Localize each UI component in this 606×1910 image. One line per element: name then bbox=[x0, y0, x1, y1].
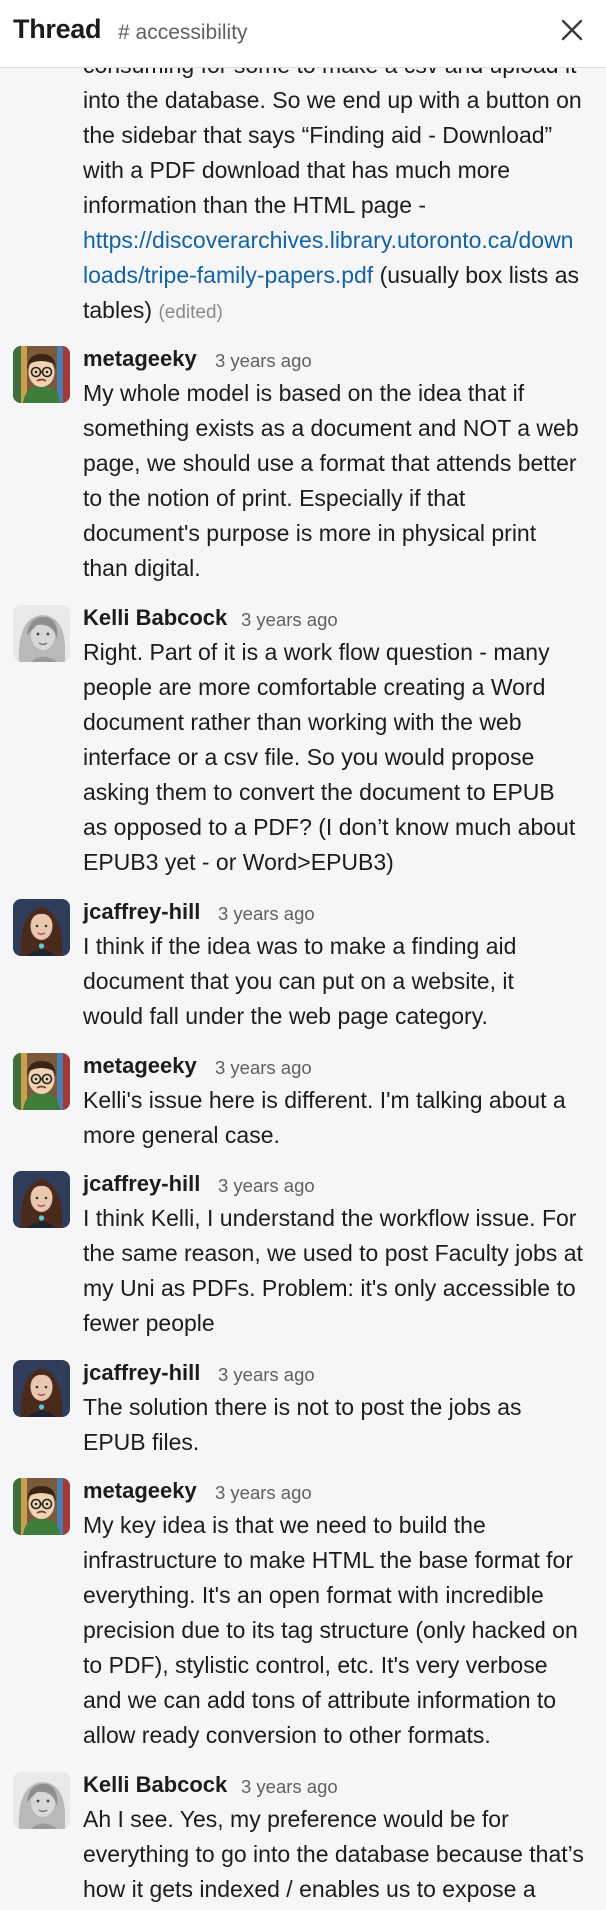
message-line: as opposed to a PDF? (I don’t know much … bbox=[83, 814, 576, 840]
message-line: page, we should use a format that attend… bbox=[83, 450, 577, 476]
message-line: fewer people bbox=[83, 1310, 215, 1336]
message-text: The solution there is not to post the jo… bbox=[83, 1390, 598, 1460]
message-line: document's purpose is more in physical p… bbox=[83, 520, 537, 546]
avatar[interactable] bbox=[13, 899, 70, 956]
message-line: interface or a csv file. So you would pr… bbox=[83, 744, 535, 770]
message-line: more general case. bbox=[83, 1122, 280, 1148]
message-line: infrastructure to make HTML the base for… bbox=[83, 1547, 573, 1573]
message-line: Kelli's issue here is different. I'm tal… bbox=[83, 1087, 566, 1113]
author-name[interactable]: jcaffrey-hill bbox=[83, 1360, 200, 1386]
edited-label: (edited) bbox=[158, 302, 223, 323]
message-text: I think Kelli, I understand the workflow… bbox=[83, 1201, 598, 1341]
message-line: my Uni as PDFs. Problem: it's only acces… bbox=[83, 1275, 576, 1301]
avatar[interactable] bbox=[13, 346, 70, 403]
link-part-2[interactable]: loads/tripe-family-papers.pdf bbox=[83, 262, 373, 288]
timestamp[interactable]: 3 years ago bbox=[218, 1175, 315, 1197]
author-name[interactable]: metageeky bbox=[83, 346, 197, 372]
timestamp[interactable]: 3 years ago bbox=[218, 903, 315, 925]
message-line: the sidebar that says “Finding aid - Dow… bbox=[83, 122, 553, 148]
message-text: Right. Part of it is a work flow questio… bbox=[83, 635, 598, 880]
author-name[interactable]: jcaffrey-hill bbox=[83, 899, 200, 925]
avatar[interactable] bbox=[13, 1478, 70, 1535]
message-line: Right. Part of it is a work flow questio… bbox=[83, 639, 550, 665]
message-line: Ah I see. Yes, my preference would be fo… bbox=[83, 1806, 509, 1832]
message-line: into the database. So we end up with a b… bbox=[83, 87, 582, 113]
message-line: The solution there is not to post the jo… bbox=[83, 1394, 522, 1420]
timestamp[interactable]: 3 years ago bbox=[241, 1776, 338, 1798]
avatar[interactable] bbox=[13, 1171, 70, 1228]
message-line: how it gets indexed / enables us to expo… bbox=[83, 1876, 536, 1902]
close-icon[interactable] bbox=[555, 13, 589, 47]
message-line: My whole model is based on the idea that… bbox=[83, 380, 525, 406]
message-line: document rather than working with the we… bbox=[83, 709, 522, 735]
message-line: asking them to convert the document to E… bbox=[83, 779, 555, 805]
message-line: precision due to its tag structure (only… bbox=[83, 1617, 578, 1643]
message-text: I think if the idea was to make a findin… bbox=[83, 929, 598, 1034]
message-line: tables) bbox=[83, 297, 153, 323]
message-line: EPUB3 yet - or Word>EPUB3) bbox=[83, 849, 394, 875]
message-line: something exists as a document and NOT a… bbox=[83, 415, 579, 441]
author-name[interactable]: Kelli Babcock bbox=[83, 1772, 227, 1798]
thread-title: Thread bbox=[13, 14, 102, 44]
message-text: My key idea is that we need to build the… bbox=[83, 1508, 598, 1753]
message-text: Kelli's issue here is different. I'm tal… bbox=[83, 1083, 598, 1153]
avatar[interactable] bbox=[13, 1053, 70, 1110]
message-line: to PDF), stylistic control, etc. It's ve… bbox=[83, 1652, 548, 1678]
timestamp[interactable]: 3 years ago bbox=[215, 1057, 312, 1079]
channel-name[interactable]: # accessibility bbox=[118, 21, 248, 45]
message-line: would fall under the web page category. bbox=[83, 1003, 488, 1029]
author-name[interactable]: jcaffrey-hill bbox=[83, 1171, 200, 1197]
message-line: the same reason, we used to post Faculty… bbox=[83, 1240, 583, 1266]
thread-header: Thread # accessibility bbox=[0, 0, 606, 68]
avatar[interactable] bbox=[13, 605, 70, 662]
message-text: consuming for some to make a csv and upl… bbox=[83, 48, 598, 330]
message-line: to the notion of print. Especially if th… bbox=[83, 485, 466, 511]
message-line: I think if the idea was to make a findin… bbox=[83, 933, 517, 959]
message-line: everything to go into the database becau… bbox=[83, 1841, 584, 1867]
message-line: people are more comfortable creating a W… bbox=[83, 674, 546, 700]
message-line: EPUB files. bbox=[83, 1429, 200, 1455]
timestamp[interactable]: 3 years ago bbox=[215, 350, 312, 372]
message-line: than digital. bbox=[83, 555, 201, 581]
avatar[interactable] bbox=[13, 1772, 70, 1829]
avatar[interactable] bbox=[13, 1360, 70, 1417]
author-name[interactable]: metageeky bbox=[83, 1478, 197, 1504]
link-part-1[interactable]: https://discoverarchives.library.utoront… bbox=[83, 227, 573, 253]
author-name[interactable]: metageeky bbox=[83, 1053, 197, 1079]
timestamp[interactable]: 3 years ago bbox=[218, 1364, 315, 1386]
message-line: everything. It's an open format with inc… bbox=[83, 1582, 544, 1608]
author-name[interactable]: Kelli Babcock bbox=[83, 605, 227, 631]
message-line: and we can add tons of attribute informa… bbox=[83, 1687, 557, 1713]
message-text: My whole model is based on the idea that… bbox=[83, 376, 598, 586]
message-line: information than the HTML page - bbox=[83, 192, 427, 218]
message-line: (usually box lists as bbox=[373, 262, 579, 288]
message-line: I think Kelli, I understand the workflow… bbox=[83, 1205, 577, 1231]
message-line: allow ready conversion to other formats. bbox=[83, 1722, 491, 1748]
timestamp[interactable]: 3 years ago bbox=[241, 609, 338, 631]
message-line: document that you can put on a website, … bbox=[83, 968, 514, 994]
message-line: with a PDF download that has much more bbox=[83, 157, 510, 183]
message-line: My key idea is that we need to build the bbox=[83, 1512, 486, 1538]
message-text: Ah I see. Yes, my preference would be fo… bbox=[83, 1802, 598, 1907]
timestamp[interactable]: 3 years ago bbox=[215, 1482, 312, 1504]
